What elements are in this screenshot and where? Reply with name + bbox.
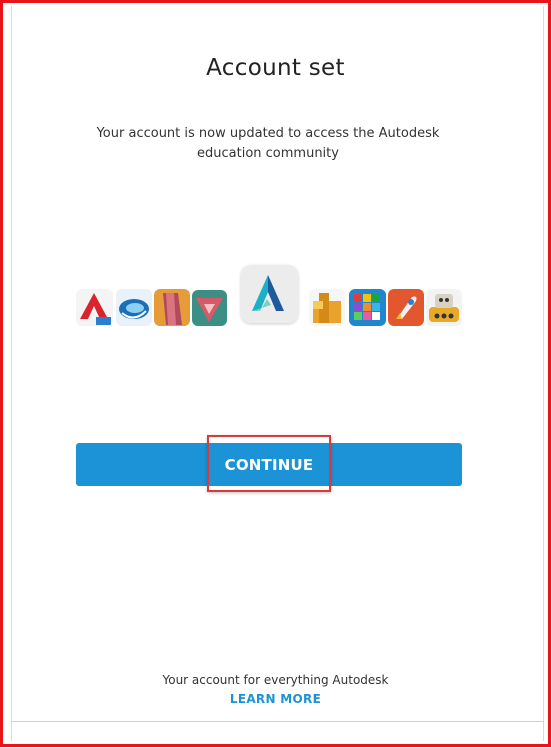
tinkercad-icon [349, 289, 386, 326]
launch-rocket-icon [388, 289, 424, 326]
continue-highlight-box [207, 435, 331, 492]
revit-icon [154, 289, 190, 326]
autodesk-logo-icon [241, 265, 298, 323]
product-icon-strip [0, 0, 551, 340]
autocad-icon [76, 289, 113, 326]
circuits-robot-icon [426, 289, 462, 326]
alias-icon [116, 289, 152, 326]
maya-icon [309, 289, 345, 326]
footer-tagline: Your account for everything Autodesk [162, 673, 389, 687]
inventor-icon [192, 290, 227, 326]
footer-divider [11, 721, 544, 722]
learn-more-link[interactable]: LEARN MORE [0, 692, 551, 706]
